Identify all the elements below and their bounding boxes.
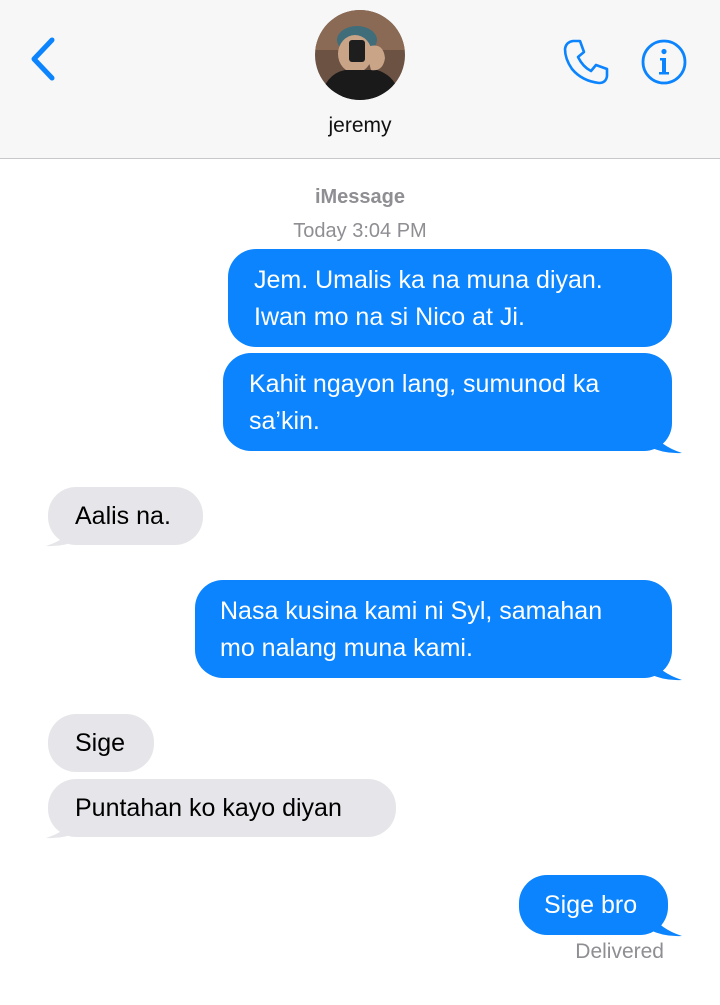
- contact-name[interactable]: jeremy: [0, 114, 720, 138]
- received-message-bubble[interactable]: Aalis na.: [48, 487, 203, 545]
- sent-message-bubble[interactable]: Kahit ngayon lang, sumunod ka sa’kin.: [223, 353, 672, 451]
- chevron-left-icon[interactable]: [22, 34, 62, 84]
- avatar[interactable]: [315, 10, 405, 100]
- received-message-bubble[interactable]: Puntahan ko kayo diyan: [48, 779, 396, 837]
- delivery-status: Delivered: [575, 940, 664, 963]
- info-icon[interactable]: [640, 38, 688, 86]
- sent-message-bubble[interactable]: Nasa kusina kami ni Syl, samahan mo nala…: [195, 580, 672, 678]
- phone-icon[interactable]: [560, 36, 612, 88]
- received-message-bubble[interactable]: Sige: [48, 714, 154, 772]
- sent-message-bubble[interactable]: Sige bro: [519, 875, 668, 935]
- message-timestamp: Today 3:04 PM: [293, 220, 427, 242]
- conversation-header: jeremy: [0, 0, 720, 159]
- service-label: iMessage: [314, 186, 406, 208]
- avatar-photo: [315, 10, 405, 100]
- sent-message-bubble[interactable]: Jem. Umalis ka na muna diyan. Iwan mo na…: [228, 249, 672, 347]
